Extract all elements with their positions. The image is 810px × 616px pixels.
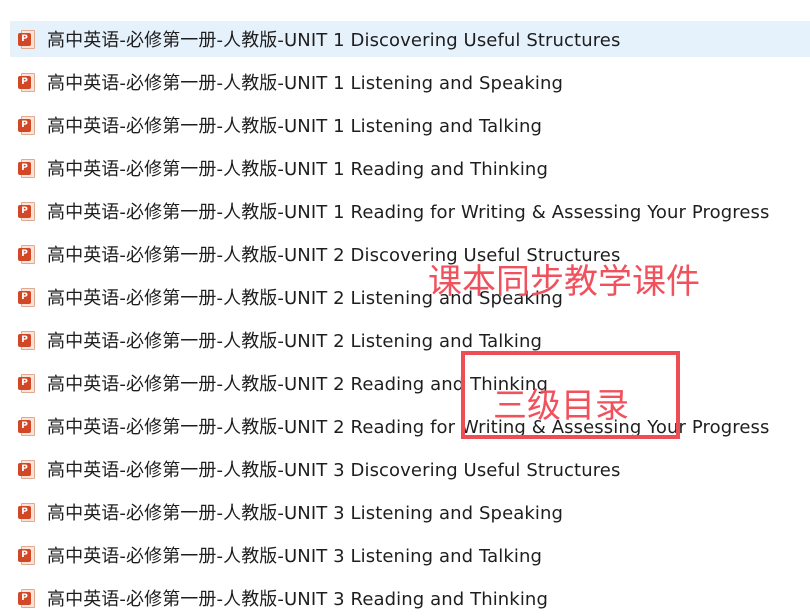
ppt-file-icon: P — [18, 29, 35, 49]
file-name: 高中英语-必修第一册-人教版-UNIT 3 Listening and Talk… — [47, 546, 543, 567]
file-item[interactable]: P 高中英语-必修第一册-人教版-UNIT 3 Reading and Think… — [10, 580, 810, 616]
ppt-file-icon: P — [18, 115, 35, 135]
ppt-file-icon: P — [18, 330, 35, 350]
file-item[interactable]: P 高中英语-必修第一册-人教版-UNIT 1 Reading for Writi… — [10, 193, 810, 229]
file-item[interactable]: P 高中英语-必修第一册-人教版-UNIT 1 Discovering Usefu… — [10, 21, 810, 57]
ppt-file-icon: P — [18, 545, 35, 565]
ppt-file-icon: P — [18, 502, 35, 522]
ppt-file-icon: P — [18, 72, 35, 92]
ppt-file-icon: P — [18, 588, 35, 608]
ppt-file-icon: P — [18, 459, 35, 479]
file-name: 高中英语-必修第一册-人教版-UNIT 1 Listening and Talk… — [47, 116, 543, 137]
ppt-file-icon: P — [18, 287, 35, 307]
file-name: 高中英语-必修第一册-人教版-UNIT 1 Listening and Spea… — [47, 73, 564, 94]
file-item[interactable]: P 高中英语-必修第一册-人教版-UNIT 1 Listening and Spe… — [10, 64, 810, 100]
file-item[interactable]: P 高中英语-必修第一册-人教版-UNIT 2 Listening and Tal… — [10, 322, 810, 358]
ppt-file-icon: P — [18, 416, 35, 436]
overlay-caption: 课本同步教学课件 — [428, 262, 700, 302]
file-item[interactable]: P 高中英语-必修第一册-人教版-UNIT 3 Listening and Tal… — [10, 537, 810, 573]
file-item[interactable]: P 高中英语-必修第一册-人教版-UNIT 3 Discovering Usefu… — [10, 451, 810, 487]
ppt-file-icon: P — [18, 201, 35, 221]
file-item[interactable]: P 高中英语-必修第一册-人教版-UNIT 1 Listening and Tal… — [10, 107, 810, 143]
file-item[interactable]: P 高中英语-必修第一册-人教版-UNIT 2 Reading for Writi… — [10, 408, 810, 444]
file-name: 高中英语-必修第一册-人教版-UNIT 3 Reading and Thinki… — [47, 589, 548, 610]
file-item[interactable]: P 高中英语-必修第一册-人教版-UNIT 3 Listening and Spe… — [10, 494, 810, 530]
file-name: 高中英语-必修第一册-人教版-UNIT 3 Discovering Useful… — [47, 460, 621, 481]
file-name: 高中英语-必修第一册-人教版-UNIT 1 Reading for Writin… — [47, 202, 770, 223]
file-item[interactable]: P 高中英语-必修第一册-人教版-UNIT 1 Reading and Think… — [10, 150, 810, 186]
ppt-file-icon: P — [18, 158, 35, 178]
file-name: 高中英语-必修第一册-人教版-UNIT 2 Listening and Talk… — [47, 331, 543, 352]
file-item[interactable]: P 高中英语-必修第一册-人教版-UNIT 2 Reading and Think… — [10, 365, 810, 401]
file-name: 高中英语-必修第一册-人教版-UNIT 1 Reading and Thinki… — [47, 159, 548, 180]
ppt-file-icon: P — [18, 244, 35, 264]
boxed-caption: 三级目录 — [493, 386, 629, 426]
ppt-file-icon: P — [18, 373, 35, 393]
file-name: 高中英语-必修第一册-人教版-UNIT 3 Listening and Spea… — [47, 503, 564, 524]
file-name: 高中英语-必修第一册-人教版-UNIT 1 Discovering Useful… — [47, 30, 621, 51]
